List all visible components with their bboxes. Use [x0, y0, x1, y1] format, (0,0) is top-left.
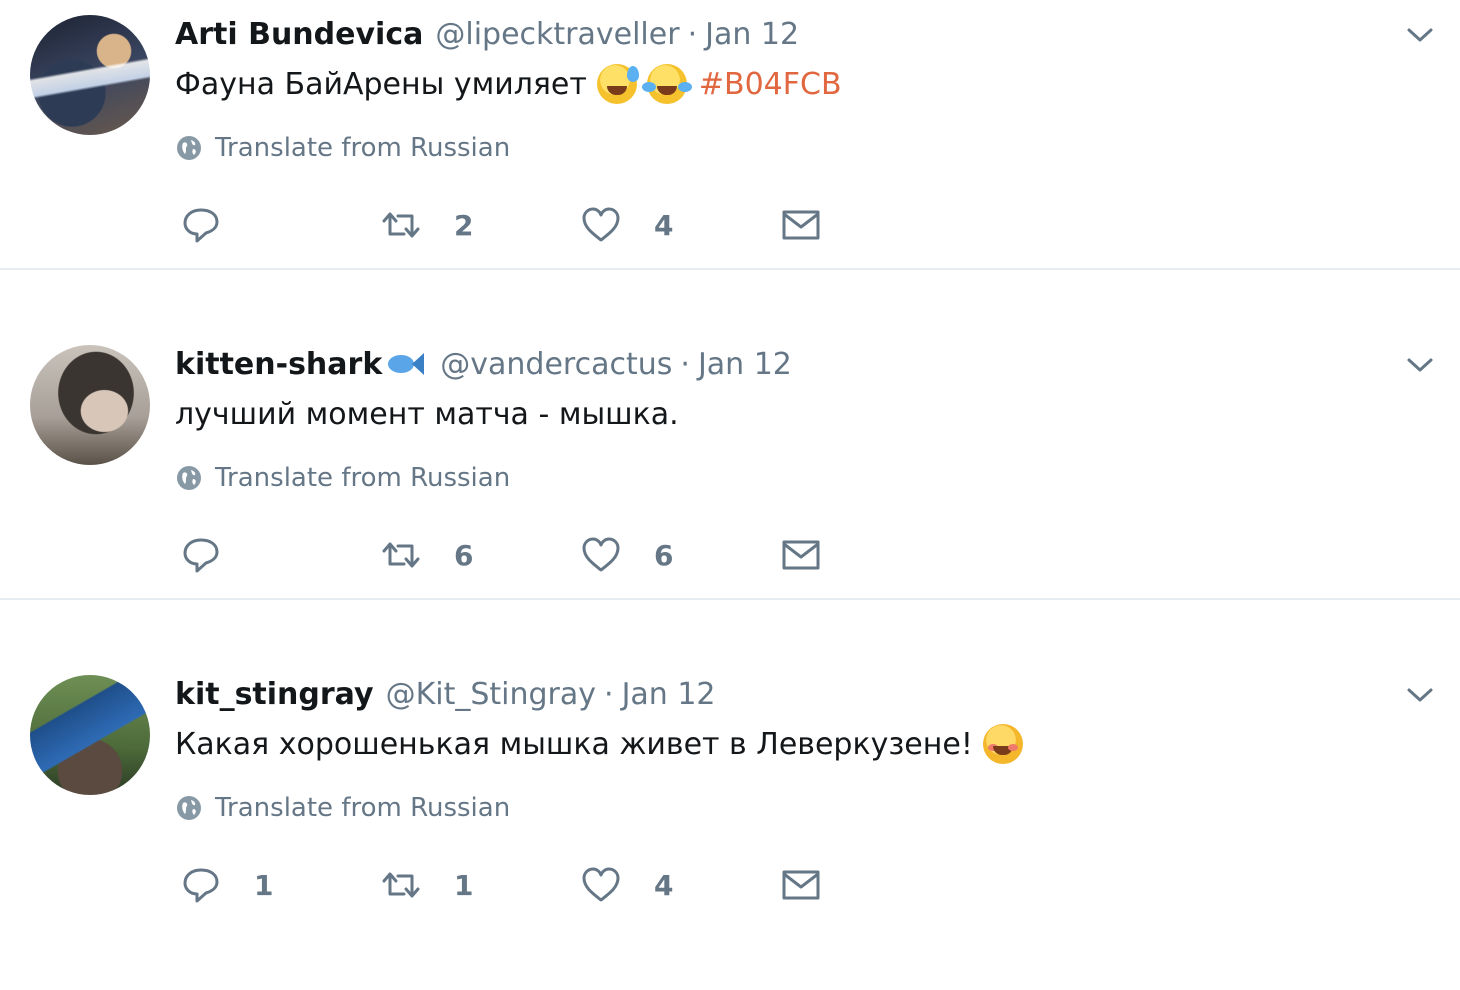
- retweet-button[interactable]: 2: [380, 200, 473, 250]
- separator-dot: ·: [687, 16, 698, 52]
- heart-icon: [582, 207, 620, 242]
- tweet[interactable]: kit_stingray @Kit_Stingray · Jan 12 Кака…: [0, 660, 1460, 990]
- heart-icon: [582, 537, 620, 572]
- chevron-down-icon[interactable]: [1406, 24, 1434, 46]
- retweet-button[interactable]: 1: [380, 860, 473, 910]
- translate-label[interactable]: Translate from Russian: [215, 793, 510, 823]
- tweet-date[interactable]: Jan 12: [622, 677, 716, 712]
- retweet-icon: [382, 872, 420, 898]
- tweet-header: kitten-shark @vandercactus · Jan 12: [175, 344, 792, 384]
- avatar[interactable]: [30, 15, 150, 135]
- reply-count: 1: [254, 868, 274, 902]
- tweet-date[interactable]: Jan 12: [698, 347, 792, 382]
- tweet-divider: [0, 268, 1460, 270]
- display-name[interactable]: Arti Bundevica: [175, 17, 423, 52]
- reply-button[interactable]: 1: [180, 860, 273, 910]
- avatar[interactable]: [30, 675, 150, 795]
- direct-message-button[interactable]: [780, 530, 822, 580]
- grinning-sweat-emoji: [596, 64, 639, 104]
- tweet-actions: 1 1 4: [175, 860, 875, 910]
- retweet-icon: [382, 212, 420, 238]
- retweet-icon: [382, 542, 420, 568]
- reply-icon: [183, 538, 219, 573]
- envelope-icon: [782, 210, 820, 240]
- user-handle[interactable]: @vandercactus: [440, 347, 672, 382]
- reply-icon: [183, 208, 219, 243]
- display-name[interactable]: kitten-shark: [175, 347, 382, 382]
- translate-link[interactable]: Translate from Russian: [175, 128, 510, 168]
- globe-icon: [177, 796, 201, 820]
- tears-of-joy-emoji: [641, 64, 692, 104]
- user-handle[interactable]: @Kit_Stingray: [386, 677, 596, 712]
- tweet[interactable]: Arti Bundevica @lipecktraveller · Jan 12…: [0, 0, 1460, 330]
- reply-button[interactable]: [180, 530, 254, 580]
- translate-link[interactable]: Translate from Russian: [175, 458, 510, 498]
- user-handle[interactable]: @lipecktraveller: [435, 17, 679, 52]
- translate-label[interactable]: Translate from Russian: [215, 133, 510, 163]
- chevron-down-icon[interactable]: [1406, 354, 1434, 376]
- tweet-text-body: Фауна БайАрены умиляет: [175, 66, 587, 102]
- smiling-blush-emoji: [982, 724, 1023, 764]
- tweet-text-body: лучший момент матча - мышка.: [175, 396, 679, 432]
- tweet-actions: 2 4: [175, 200, 875, 250]
- envelope-icon: [782, 870, 820, 900]
- tweet-text: Какая хорошенькая мышка живет в Леверкуз…: [175, 722, 1023, 766]
- retweet-count: 6: [454, 538, 474, 572]
- direct-message-button[interactable]: [780, 860, 822, 910]
- like-count: 6: [654, 538, 674, 572]
- chevron-down-icon[interactable]: [1406, 684, 1434, 706]
- hashtag-link[interactable]: #B04FCB: [699, 67, 842, 102]
- like-count: 4: [654, 868, 674, 902]
- like-button[interactable]: 6: [580, 530, 673, 580]
- translate-label[interactable]: Translate from Russian: [215, 463, 510, 493]
- tweet-feed: Arti Bundevica @lipecktraveller · Jan 12…: [0, 0, 1460, 923]
- globe-icon: [177, 136, 201, 160]
- retweet-count: 2: [454, 208, 474, 242]
- separator-dot: ·: [680, 346, 690, 382]
- direct-message-button[interactable]: [780, 200, 822, 250]
- tweet-divider: [0, 598, 1460, 600]
- tweet-text: лучший момент матча - мышка.: [175, 392, 679, 436]
- reply-icon: [183, 868, 219, 903]
- like-button[interactable]: 4: [580, 200, 673, 250]
- reply-button[interactable]: [180, 200, 254, 250]
- retweet-button[interactable]: 6: [380, 530, 473, 580]
- fish-emoji: [384, 349, 428, 379]
- like-count: 4: [654, 208, 674, 242]
- separator-dot: ·: [604, 676, 614, 712]
- envelope-icon: [782, 540, 820, 570]
- avatar[interactable]: [30, 345, 150, 465]
- tweet-header: Arti Bundevica @lipecktraveller · Jan 12: [175, 14, 799, 54]
- heart-icon: [582, 867, 620, 902]
- tweet-actions: 6 6: [175, 530, 875, 580]
- tweet[interactable]: kitten-shark @vandercactus · Jan 12 лучш…: [0, 330, 1460, 660]
- translate-link[interactable]: Translate from Russian: [175, 788, 510, 828]
- display-name[interactable]: kit_stingray: [175, 677, 374, 712]
- tweet-header: kit_stingray @Kit_Stingray · Jan 12: [175, 674, 716, 714]
- tweet-text-body: Какая хорошенькая мышка живет в Леверкуз…: [175, 726, 973, 762]
- globe-icon: [177, 466, 201, 490]
- like-button[interactable]: 4: [580, 860, 673, 910]
- tweet-date[interactable]: Jan 12: [705, 17, 799, 52]
- retweet-count: 1: [454, 868, 474, 902]
- tweet-text: Фауна БайАрены умиляет #B04FCB: [175, 62, 842, 106]
